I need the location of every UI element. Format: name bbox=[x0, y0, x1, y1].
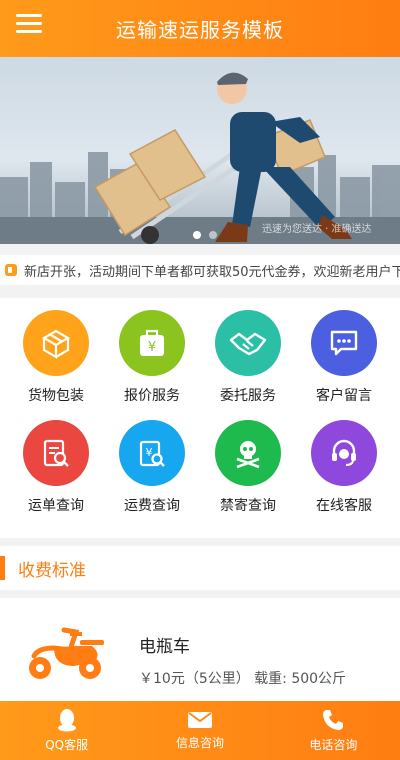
handshake-icon bbox=[215, 310, 281, 376]
service-online-support[interactable]: 在线客服 bbox=[296, 420, 392, 530]
bottom-nav: QQ客服 信息咨询 电话咨询 bbox=[0, 701, 400, 760]
service-label: 运单查询 bbox=[28, 498, 84, 514]
menu-icon[interactable] bbox=[16, 14, 42, 36]
nav-phone-consult[interactable]: 电话咨询 bbox=[267, 701, 400, 760]
service-prohibited[interactable]: 禁寄查询 bbox=[200, 420, 296, 530]
service-delegation[interactable]: 委托服务 bbox=[200, 310, 296, 420]
service-quote[interactable]: ¥ 报价服务 bbox=[104, 310, 200, 420]
service-waybill[interactable]: 运单查询 bbox=[8, 420, 104, 530]
svg-text:¥: ¥ bbox=[148, 340, 156, 355]
headset-icon bbox=[311, 420, 377, 486]
service-label: 禁寄查询 bbox=[220, 498, 276, 514]
carousel-dots[interactable] bbox=[193, 231, 217, 239]
speaker-icon bbox=[5, 264, 17, 276]
freight-search-icon: ¥ bbox=[119, 420, 185, 486]
carousel-dot-2[interactable] bbox=[209, 231, 217, 239]
price-bag-icon: ¥ bbox=[119, 310, 185, 376]
hero-banner[interactable]: 迅速为您送达 · 准确送达 bbox=[0, 57, 400, 244]
service-packaging[interactable]: 货物包装 bbox=[8, 310, 104, 420]
service-message[interactable]: 客户留言 bbox=[296, 310, 392, 420]
message-icon bbox=[311, 310, 377, 376]
nav-label: QQ客服 bbox=[45, 738, 89, 752]
service-label: 客户留言 bbox=[316, 388, 372, 404]
package-icon bbox=[23, 310, 89, 376]
waybill-search-icon bbox=[23, 420, 89, 486]
announcement-text: 新店开张，活动期间下单者都可获取50元代金券，欢迎新老用户下单 bbox=[24, 264, 400, 280]
price-detail: ￥10元（5公里） 载重: 500公斤 bbox=[139, 671, 347, 687]
qq-icon bbox=[57, 709, 76, 732]
service-label: 委托服务 bbox=[220, 388, 276, 404]
section-title: 收费标准 bbox=[18, 560, 86, 581]
delivery-man-image: 迅速为您送达 · 准确送达 bbox=[0, 72, 400, 244]
page-title: 运输速运服务模板 bbox=[116, 18, 284, 42]
vehicle-name: 电瓶车 bbox=[139, 637, 190, 657]
nav-label: 信息咨询 bbox=[175, 736, 224, 750]
skull-icon bbox=[215, 420, 281, 486]
section-accent-bar bbox=[0, 556, 5, 580]
service-label: 报价服务 bbox=[124, 388, 180, 404]
banner-watermark: 迅速为您送达 · 准确送达 bbox=[262, 222, 372, 235]
service-label: 货物包装 bbox=[28, 388, 84, 404]
carousel-dot-1[interactable] bbox=[193, 231, 201, 239]
pricing-card[interactable]: 电瓶车 ￥10元（5公里） 载重: 500公斤 bbox=[0, 598, 400, 702]
nav-info-consult[interactable]: 信息咨询 bbox=[133, 701, 266, 760]
mail-icon bbox=[187, 712, 212, 728]
service-freight[interactable]: ¥ 运费查询 bbox=[104, 420, 200, 530]
service-label: 在线客服 bbox=[316, 498, 372, 514]
section-header: 收费标准 bbox=[0, 546, 400, 590]
nav-qq-support[interactable]: QQ客服 bbox=[0, 701, 133, 760]
announcement-bar: 新店开张，活动期间下单者都可获取50元代金券，欢迎新老用户下单 bbox=[0, 255, 400, 285]
svg-text:¥: ¥ bbox=[146, 446, 153, 459]
service-label: 运费查询 bbox=[124, 498, 180, 514]
nav-label: 电话咨询 bbox=[309, 738, 358, 752]
phone-icon bbox=[323, 710, 344, 730]
service-grid: 货物包装 ¥ 报价服务 委托服务 客户留言 运单查询 ¥ 运费查询 禁寄查询 在… bbox=[0, 298, 400, 538]
app-header: 运输速运服务模板 bbox=[0, 0, 400, 57]
scooter-icon bbox=[24, 620, 108, 686]
